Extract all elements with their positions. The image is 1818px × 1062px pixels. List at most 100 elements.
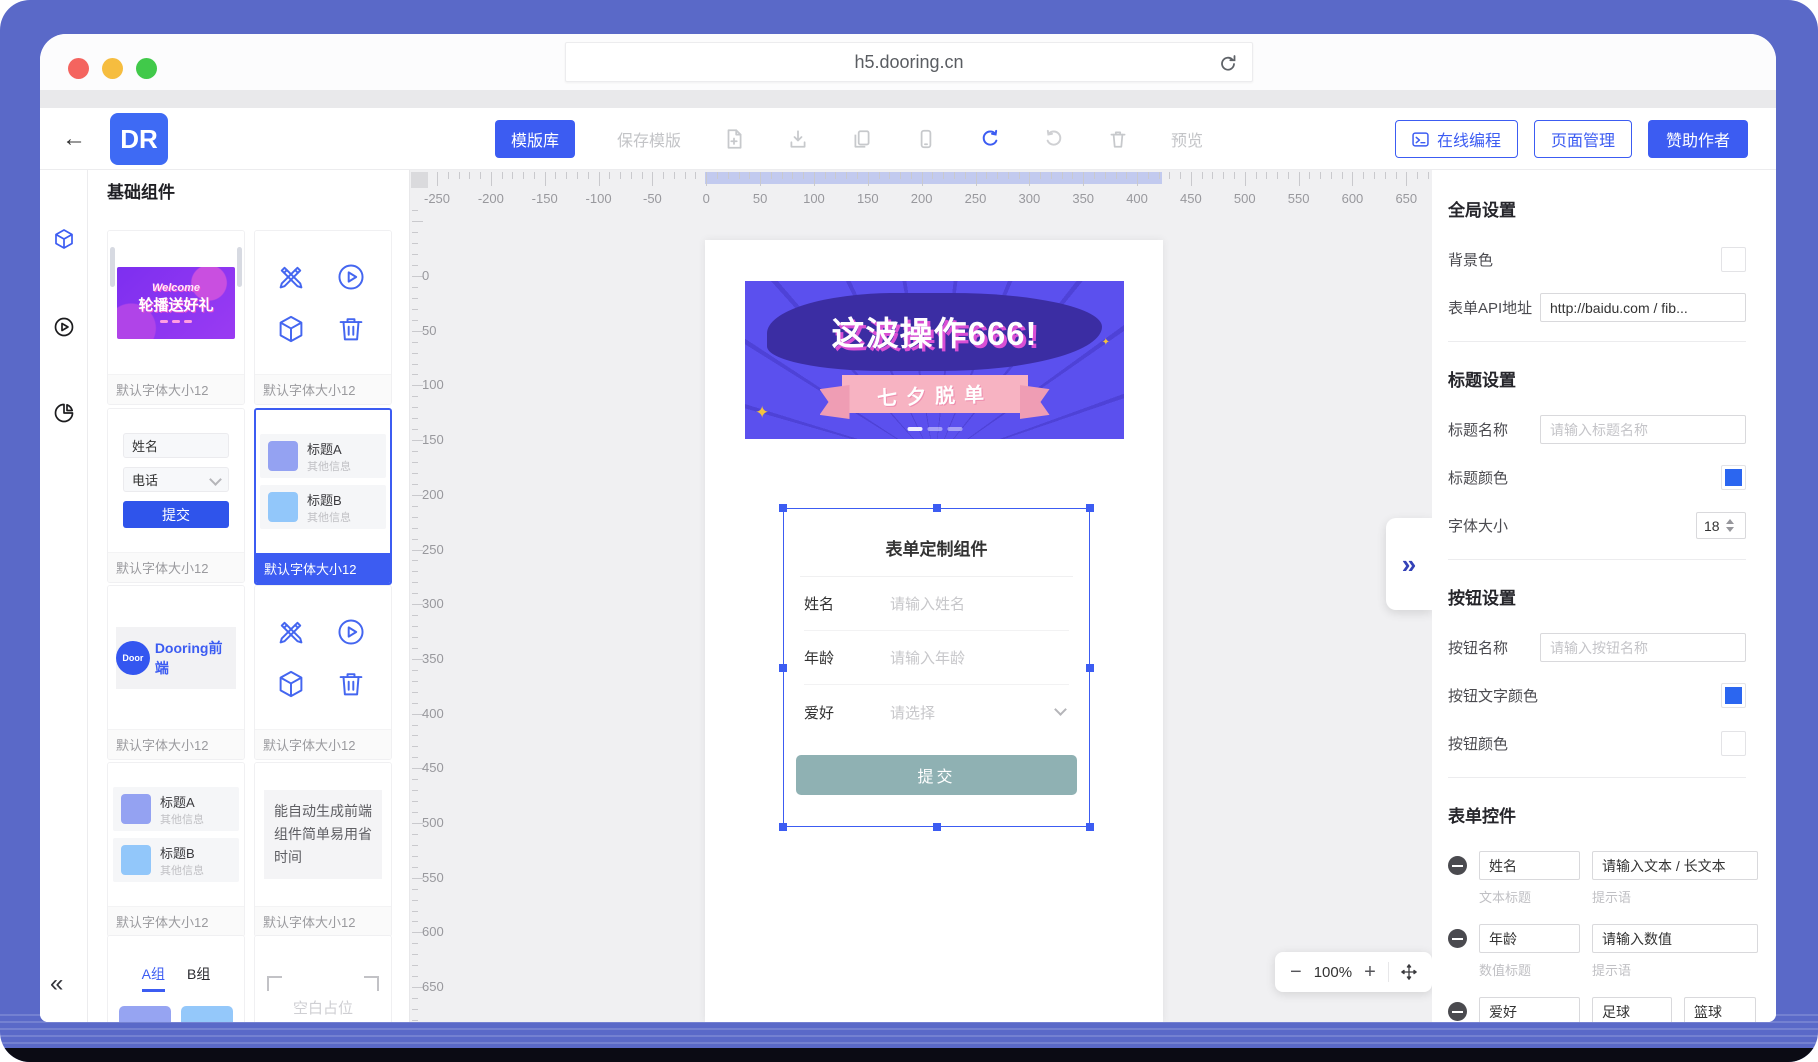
play-circle-icon [336,617,366,647]
mobile-preview-icon[interactable] [915,128,937,150]
zoom-level: 100% [1314,964,1352,981]
button-text-color-swatch[interactable] [1721,683,1746,708]
v-ruler-label: 400 [422,706,444,721]
panel-expander-tab[interactable]: » [1386,518,1432,610]
button-name-input[interactable] [1540,633,1746,662]
card-caption: 默认字体大小12 [255,374,391,404]
step-down-icon[interactable] [1726,527,1734,532]
field-title-input[interactable] [1479,997,1580,1022]
field-title-input[interactable] [1479,924,1580,953]
mini-form-name-field: 姓名 [123,433,229,458]
carousel-dots [160,320,192,323]
form-field-name: 姓名 请输入姓名 [804,577,1069,631]
address-bar[interactable]: h5.dooring.cn [565,42,1253,82]
tab-b: B组 [187,964,210,992]
page-manage-button[interactable]: 页面管理 [1534,120,1632,158]
media-play-icon[interactable] [53,316,75,338]
font-size-stepper[interactable] [1696,512,1746,539]
component-card-carousel[interactable]: Welcome 轮播送好礼 默认字体大小12 [107,230,245,405]
h-ruler-label: -50 [643,191,662,206]
save-template-button[interactable]: 保存模版 [617,127,681,151]
title-name-input[interactable] [1540,415,1746,444]
components-panel-title: 基础组件 [107,178,175,203]
field-hint-input[interactable] [1592,924,1758,953]
download-icon[interactable] [787,128,809,150]
remove-field-icon[interactable] [1448,856,1467,875]
components-cube-icon[interactable] [53,228,75,250]
v-ruler-label: 100 [422,377,444,392]
app-logo[interactable]: DR [110,113,168,165]
zoom-window-button[interactable] [136,58,157,79]
field-option-input[interactable] [1592,997,1672,1022]
card-caption: 默认字体大小12 [108,906,244,936]
chart-pie-icon[interactable] [53,402,75,424]
carousel-left-handle [110,247,115,287]
preview-button[interactable]: 预览 [1171,127,1203,151]
sparkle-icon: ✦ [755,403,769,423]
h-ruler-label: 650 [1395,191,1417,206]
redo-icon[interactable] [1043,128,1065,150]
component-card-text[interactable]: 能自动生成前端组件简单易用省时间 默认字体大小12 [254,762,392,937]
tab-a: A组 [142,964,165,992]
component-card-placeholder[interactable]: 空白占位 默认字体大小12 [254,935,392,1022]
h-ruler-label: 500 [1234,191,1256,206]
title-color-swatch[interactable] [1721,465,1746,490]
pan-move-icon[interactable] [1401,964,1417,980]
component-card-icon-set[interactable]: 默认字体大小12 [254,230,392,405]
back-arrow-icon[interactable]: ← [62,125,86,153]
reload-icon[interactable] [1218,53,1238,73]
zoom-in-button[interactable]: + [1364,962,1376,982]
components-panel: 基础组件 Welcome 轮播送好礼 默认字体大小12 [88,170,410,1022]
field-option-input[interactable] [1684,997,1756,1022]
step-up-icon[interactable] [1726,519,1734,524]
horizontal-ruler: -250-200-150-100-50050100150200250300350… [410,170,1432,208]
font-size-input[interactable] [1697,518,1725,534]
bg-color-swatch[interactable] [1721,247,1746,272]
list-item: 标题B其他信息 [260,485,386,529]
component-card-list[interactable]: 标题A其他信息 标题B其他信息 默认字体大小12 [107,762,245,937]
component-card-mini-form[interactable]: 姓名 电话 提交 默认字体大小12 [107,408,245,583]
section-form-controls: 表单控件 [1448,802,1746,827]
component-card-tabs[interactable]: A组 B组 默认字体大小12 [107,935,245,1022]
h-ruler-label: -100 [586,191,612,206]
button-color-swatch[interactable] [1721,731,1746,756]
device-frame: h5.dooring.cn ← DR 模版库 保存模版 [0,0,1818,1062]
online-coding-button[interactable]: 在线编程 [1395,120,1518,158]
card-caption: 默认字体大小12 [108,374,244,404]
delete-icon[interactable] [1107,128,1129,150]
h-ruler-label: -250 [424,191,450,206]
new-page-icon[interactable] [723,128,745,150]
form-api-input[interactable] [1540,293,1746,322]
zoom-out-button[interactable]: − [1290,962,1302,982]
chevron-down-icon [209,473,222,486]
form-submit-button[interactable]: 提交 [796,755,1077,795]
form-api-label: 表单API地址 [1448,297,1532,318]
design-pens-icon [276,262,306,292]
page-artboard[interactable]: 这波操作666! 七夕脱单 ✦ ✦ 表单定制组件 姓名 [705,240,1163,1022]
field-hint-input[interactable] [1592,851,1758,880]
sponsor-button[interactable]: 赞助作者 [1648,120,1748,158]
remove-field-icon[interactable] [1448,1002,1467,1021]
font-size-label: 字体大小 [1448,515,1508,536]
bg-color-label: 背景色 [1448,249,1493,270]
field-title-input[interactable] [1479,851,1580,880]
component-card-list-selected[interactable]: 标题A其他信息 标题B其他信息 默认字体大小12 [254,408,392,585]
component-card-logo[interactable]: Door Dooring前端 默认字体大小12 [107,585,245,760]
close-window-button[interactable] [68,58,89,79]
collapse-panel-icon[interactable]: « [50,970,63,998]
banner-component[interactable]: 这波操作666! 七夕脱单 ✦ ✦ [745,281,1124,439]
editor-canvas[interactable]: -250-200-150-100-50050100150200250300350… [410,170,1432,1022]
minimize-window-button[interactable] [102,58,123,79]
undo-icon[interactable] [979,128,1001,150]
title-color-label: 标题颜色 [1448,467,1508,488]
list-item: 标题A其他信息 [260,434,386,478]
copy-icon[interactable] [851,128,873,150]
remove-field-icon[interactable] [1448,929,1467,948]
component-card-icon-set-2[interactable]: 默认字体大小12 [254,585,392,760]
h-ruler-label: -150 [532,191,558,206]
v-ruler-label: 500 [422,815,444,830]
form-component-selected[interactable]: 表单定制组件 姓名 请输入姓名 年龄 请输入年龄 爱好 请选择 [783,508,1090,827]
cube-icon [276,314,306,344]
form-field-hobby: 爱好 请选择 [804,685,1069,739]
template-library-button[interactable]: 模版库 [495,120,575,158]
